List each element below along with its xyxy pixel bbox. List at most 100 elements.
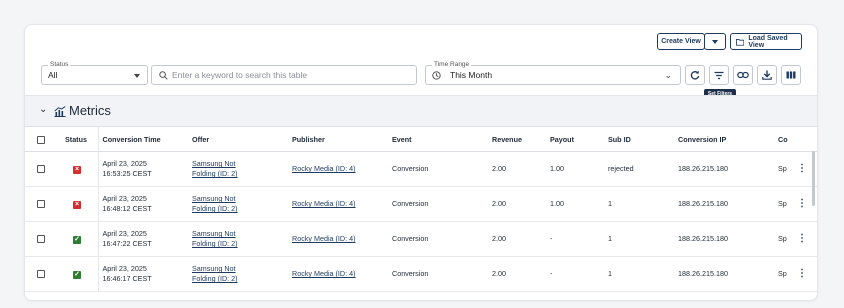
- event-cell: Conversion: [388, 256, 488, 292]
- conversion-time-cell: April 23, 2025 16:53:25 CEST: [98, 151, 188, 187]
- view-toolbar: Create View Load Saved View: [25, 25, 817, 57]
- offer-link-id[interactable]: Folding (ID: 2): [192, 169, 288, 179]
- caret-down-icon: [134, 74, 140, 78]
- search-icon: [159, 71, 168, 80]
- header-revenue[interactable]: Revenue: [488, 126, 546, 152]
- search-placeholder: Enter a keyword to search this table: [172, 70, 308, 80]
- row-checkbox[interactable]: [37, 165, 45, 174]
- metrics-section-header[interactable]: ⌄ Metrics: [25, 95, 817, 126]
- status-select[interactable]: Status All: [41, 60, 148, 85]
- event-cell: Conversion: [388, 151, 488, 187]
- approved-status-icon: ✓: [73, 236, 81, 244]
- table-row: × April 23, 2025 16:53:25 CEST Samsung No…: [25, 151, 817, 187]
- refresh-button[interactable]: [685, 65, 705, 85]
- time-range-label: Time Range: [432, 60, 472, 70]
- offer-cell[interactable]: Samsung Not Folding (ID: 2): [188, 186, 288, 222]
- header-offer[interactable]: Offer: [188, 126, 288, 152]
- publisher-link[interactable]: Rocky Media (ID: 4): [292, 164, 356, 173]
- publisher-link[interactable]: Rocky Media (ID: 4): [292, 234, 356, 243]
- table-row: × April 23, 2025 16:48:12 CEST Samsung No…: [25, 186, 817, 222]
- offer-link[interactable]: Samsung Not: [192, 159, 288, 169]
- co-cell: Sp ⋮: [774, 221, 817, 257]
- chevron-down-icon[interactable]: ⌄: [39, 104, 47, 115]
- conversion-ip-cell: 188.26.215.180: [674, 256, 774, 292]
- offer-link-id[interactable]: Folding (ID: 2): [192, 204, 288, 214]
- revenue-cell: 2.00: [488, 186, 546, 222]
- clock-icon: [432, 71, 441, 80]
- kebab-icon[interactable]: ⋮: [797, 234, 807, 244]
- columns-button[interactable]: [781, 65, 801, 85]
- copy-link-button[interactable]: [733, 65, 753, 85]
- row-select-cell: [25, 186, 61, 222]
- publisher-cell[interactable]: Rocky Media (ID: 4): [288, 256, 388, 292]
- publisher-link[interactable]: Rocky Media (ID: 4): [292, 199, 356, 208]
- event-cell: Conversion: [388, 221, 488, 257]
- co-value: Sp: [778, 269, 787, 278]
- co-value: Sp: [778, 164, 787, 173]
- offer-link-id[interactable]: Folding (ID: 2): [192, 274, 288, 284]
- time-range-select[interactable]: Time Range This Month ⌄: [425, 60, 681, 85]
- payout-cell: -: [546, 256, 604, 292]
- select-all-checkbox[interactable]: [37, 135, 45, 144]
- download-button[interactable]: [757, 65, 777, 85]
- create-view-dropdown-button[interactable]: [704, 33, 726, 50]
- select-all-cell: [25, 126, 61, 152]
- header-conversion-ip[interactable]: Conversion IP: [674, 126, 774, 152]
- rejected-status-icon: ×: [73, 201, 81, 209]
- offer-link[interactable]: Samsung Not: [192, 194, 288, 204]
- conversion-ip-cell: 188.26.215.180: [674, 186, 774, 222]
- table-row: ✓ April 23, 2025 16:46:17 CEST Samsung No…: [25, 256, 817, 292]
- header-status[interactable]: Status: [61, 126, 99, 152]
- status-value: All: [48, 70, 58, 80]
- conversion-clock: 16:48:12 CEST: [102, 204, 152, 213]
- offer-cell[interactable]: Samsung Not Folding (ID: 2): [188, 221, 288, 257]
- row-select-cell: [25, 221, 61, 257]
- co-value: Sp: [778, 234, 787, 243]
- payout-cell: 1.00: [546, 186, 604, 222]
- row-checkbox[interactable]: [37, 200, 45, 209]
- payout-cell: -: [546, 221, 604, 257]
- time-range-value: This Month: [450, 70, 493, 80]
- conversion-time-cell: April 23, 2025 16:48:12 CEST: [98, 186, 188, 222]
- conversion-date: April 23, 2025: [102, 229, 147, 238]
- conversion-date: April 23, 2025: [102, 159, 147, 168]
- kebab-icon[interactable]: ⋮: [797, 164, 807, 174]
- set-filters-button[interactable]: [709, 65, 729, 85]
- link-icon: [737, 71, 749, 79]
- row-select-cell: [25, 151, 61, 187]
- header-conversion-time[interactable]: Conversion Time: [98, 126, 188, 152]
- revenue-cell: 2.00: [488, 221, 546, 257]
- publisher-cell[interactable]: Rocky Media (ID: 4): [288, 186, 388, 222]
- row-checkbox[interactable]: [37, 235, 45, 244]
- offer-link[interactable]: Samsung Not: [192, 264, 288, 274]
- table-scrollbar[interactable]: [812, 151, 815, 206]
- folder-icon: [736, 38, 745, 46]
- header-sub-id[interactable]: Sub ID: [604, 126, 674, 152]
- publisher-cell[interactable]: Rocky Media (ID: 4): [288, 151, 388, 187]
- co-cell: Sp ⋮: [774, 256, 817, 292]
- header-publisher[interactable]: Publisher: [288, 126, 388, 152]
- status-label: Status: [48, 60, 71, 70]
- publisher-link[interactable]: Rocky Media (ID: 4): [292, 269, 356, 278]
- status-cell: ✓: [61, 256, 99, 292]
- offer-cell[interactable]: Samsung Not Folding (ID: 2): [188, 151, 288, 187]
- create-view-button[interactable]: Create View: [657, 33, 705, 50]
- kebab-icon[interactable]: ⋮: [797, 269, 807, 279]
- row-checkbox[interactable]: [37, 270, 45, 279]
- kebab-icon[interactable]: ⋮: [797, 199, 807, 209]
- columns-icon: [786, 71, 796, 79]
- row-select-cell: [25, 256, 61, 292]
- sub-id-cell: rejected: [604, 151, 674, 187]
- header-event[interactable]: Event: [388, 126, 488, 152]
- load-saved-view-button[interactable]: Load Saved View: [730, 33, 802, 50]
- caret-down-icon: [712, 39, 718, 44]
- conversions-table: Status Conversion Time Offer Publisher E…: [25, 126, 817, 292]
- publisher-cell[interactable]: Rocky Media (ID: 4): [288, 221, 388, 257]
- offer-cell[interactable]: Samsung Not Folding (ID: 2): [188, 256, 288, 292]
- search-input[interactable]: Enter a keyword to search this table: [151, 65, 417, 85]
- offer-link[interactable]: Samsung Not: [192, 229, 288, 239]
- offer-link-id[interactable]: Folding (ID: 2): [192, 239, 288, 249]
- header-payout[interactable]: Payout: [546, 126, 604, 152]
- filter-icon: [714, 71, 724, 79]
- header-co[interactable]: Co: [774, 126, 817, 152]
